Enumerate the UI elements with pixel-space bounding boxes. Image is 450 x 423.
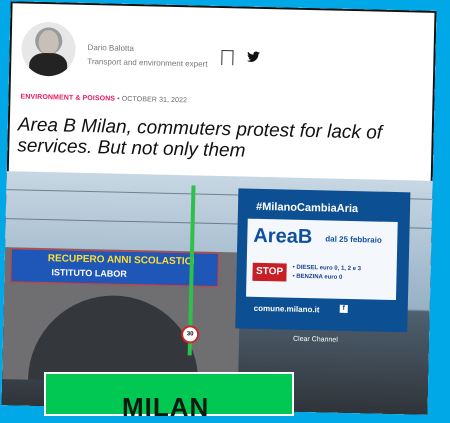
article-title[interactable]: Area B Milan, commuters protest for lack… [17,114,423,165]
billboard-area: AreaB [253,224,313,249]
facebook-icon: f [339,304,348,313]
milan-overlay: MILAN [44,372,294,422]
banner-line2: ISTITUTO LABOR [51,267,127,279]
author-role: Transport and environment expert [87,56,208,69]
avatar-body [28,52,68,77]
area-b-billboard: #MilanoCambiaAria AreaB dal 25 febbraio … [235,188,411,344]
billboard-stop: STOP [252,262,287,282]
overlay-text: MILAN [122,392,210,422]
publish-date: • OCTOBER 31, 2022 [117,95,188,105]
author-avatar [20,21,77,77]
banner-line1: RECUPERO ANNI SCOLASTICI [47,253,195,268]
billboard-fuel: • DIESEL euro 0, 1, 2 e 3 • BENZINA euro… [292,264,361,284]
billboard-brand: Clear Channel [292,335,338,344]
author-name[interactable]: Dario Balotta [88,43,134,53]
avatar-head [38,29,59,55]
billboard-screen: AreaB dal 25 febbraio STOP • DIESEL euro… [245,218,398,301]
article-meta: ENVIRONMENT & POISONS • OCTOBER 31, 2022 [20,93,187,104]
billboard-start: dal 25 febbraio [325,234,382,245]
bookmark-icon[interactable] [221,50,234,66]
fuel-line-2: • BENZINA euro 0 [292,273,343,281]
category-link[interactable]: ENVIRONMENT & POISONS [20,93,115,102]
article-card: Dario Balotta Transport and environment … [1,1,437,415]
author-block: Dario Balotta Transport and environment … [20,21,422,92]
school-banner: RECUPERO ANNI SCOLASTICI ISTITUTO LABOR [10,248,219,288]
twitter-icon[interactable] [245,49,261,65]
billboard-url: comune.milano.it [253,303,320,315]
billboard-hashtag: #MilanoCambiaAria [255,200,359,216]
